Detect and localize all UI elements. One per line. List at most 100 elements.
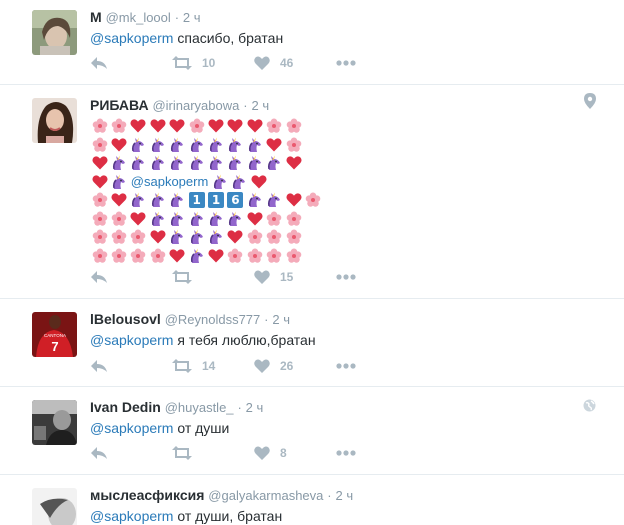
unicorn-icon — [168, 136, 187, 154]
mention-link[interactable]: @sapkoperm — [90, 420, 173, 436]
tweet-item[interactable]: мыслеасфиксия @galyakarmasheva · 2 ч @sa… — [0, 475, 624, 525]
reply-icon — [91, 57, 107, 69]
avatar[interactable]: CANTONA 7 — [32, 312, 77, 357]
tweet-handle[interactable]: @galyakarmasheva — [208, 488, 323, 503]
heart-icon — [254, 446, 270, 460]
unicorn-icon — [245, 136, 264, 154]
red-heart-icon — [148, 228, 167, 246]
avatar[interactable] — [32, 10, 77, 55]
unicorn-icon — [129, 191, 148, 209]
unicorn-icon — [210, 173, 229, 191]
avatar-shirt-name: CANTONA — [44, 333, 66, 338]
red-heart-icon — [249, 173, 268, 191]
cherry-blossom-icon — [265, 210, 284, 228]
red-heart-icon — [265, 136, 284, 154]
heart-icon — [254, 56, 270, 70]
tweet-timestamp[interactable]: 2 ч — [336, 488, 354, 503]
tweet-handle[interactable]: @mk_loool — [106, 10, 171, 25]
tweet-timestamp[interactable]: 2 ч — [183, 10, 201, 25]
red-heart-icon — [129, 117, 148, 135]
tweet-handle[interactable]: @huyastle_ — [165, 400, 234, 415]
tweet-fullname[interactable]: мыслеасфиксия — [90, 487, 204, 503]
reply-button[interactable] — [90, 446, 172, 460]
tweet-fullname[interactable]: M — [90, 9, 102, 25]
reply-button[interactable] — [90, 56, 172, 70]
separator-dot: · — [243, 98, 248, 113]
tweet-timestamp[interactable]: 2 ч — [252, 98, 270, 113]
emoji-row — [90, 154, 604, 173]
mention-link[interactable]: @sapkoperm — [90, 30, 173, 46]
red-heart-icon — [284, 154, 303, 172]
emoji-row — [90, 228, 604, 247]
retweet-icon — [172, 56, 192, 70]
more-button[interactable] — [336, 274, 356, 280]
retweet-icon — [172, 359, 192, 373]
retweet-button[interactable]: 10 — [172, 56, 254, 70]
tweet-timestamp[interactable]: 2 ч — [272, 312, 290, 327]
avatar[interactable] — [32, 400, 77, 445]
avatar[interactable] — [32, 98, 77, 143]
red-heart-icon — [245, 210, 264, 228]
tweet-fullname[interactable]: lBelousovl — [90, 311, 161, 327]
unicorn-icon — [168, 191, 187, 209]
more-button[interactable] — [336, 363, 356, 369]
more-button[interactable] — [336, 60, 356, 66]
mention-link[interactable]: @sapkoperm — [90, 332, 173, 348]
tweet-item[interactable]: CANTONA 7 lBelousovl @Reynoldss777 · 2 ч… — [0, 299, 624, 387]
tweet-timestamp[interactable]: 2 ч — [246, 400, 264, 415]
like-button[interactable]: 8 — [254, 446, 336, 460]
emoji-art-grid: @sapkoperm 1 1 6 — [90, 117, 604, 265]
mention-link[interactable]: @sapkoperm — [131, 173, 209, 191]
tweet-text: @sapkoperm от души — [90, 419, 604, 438]
unicorn-icon — [206, 136, 225, 154]
red-heart-icon — [129, 210, 148, 228]
like-button[interactable]: 15 — [254, 270, 336, 284]
cherry-blossom-icon — [284, 228, 303, 246]
retweet-button[interactable]: 14 — [172, 359, 254, 373]
unicorn-icon — [265, 154, 284, 172]
like-button[interactable]: 26 — [254, 359, 336, 373]
tweet-handle[interactable]: @Reynoldss777 — [165, 312, 261, 327]
cherry-blossom-icon — [284, 247, 303, 265]
unicorn-icon — [148, 154, 167, 172]
retweet-button[interactable] — [172, 270, 254, 284]
more-button[interactable] — [336, 450, 356, 456]
avatar-shirt-number: 7 — [51, 339, 58, 354]
unicorn-icon — [245, 191, 264, 209]
red-heart-icon — [226, 117, 245, 135]
tweet-text: @sapkoperm я тебя люблю,братан — [90, 331, 604, 350]
cherry-blossom-icon — [129, 228, 148, 246]
tweet-item[interactable]: РИБАВА @irinaryabowa · 2 ч @sapkoperm 1 1 6… — [0, 85, 624, 299]
heart-icon — [254, 359, 270, 373]
tweet-item[interactable]: M @mk_loool · 2 ч @sapkoperm спасибо, бр… — [0, 0, 624, 85]
cherry-blossom-icon — [90, 210, 109, 228]
tweet-text-body: я тебя люблю,братан — [173, 332, 316, 348]
unicorn-icon — [148, 136, 167, 154]
unicorn-icon — [206, 210, 225, 228]
retweet-button[interactable] — [172, 446, 254, 460]
emoji-row — [90, 136, 604, 155]
tweet-fullname[interactable]: РИБАВА — [90, 97, 149, 113]
tweet-text: @sapkoperm спасибо, братан — [90, 29, 604, 48]
cherry-blossom-icon — [109, 210, 128, 228]
cherry-blossom-icon — [90, 228, 109, 246]
more-dots-icon — [336, 363, 356, 369]
red-heart-icon — [206, 117, 225, 135]
reply-button[interactable] — [90, 270, 172, 284]
mention-link[interactable]: @sapkoperm — [90, 508, 173, 524]
red-heart-icon — [109, 191, 128, 209]
tweet-fullname[interactable]: Ivan Dedin — [90, 399, 161, 415]
tweet-handle[interactable]: @irinaryabowa — [152, 98, 239, 113]
cherry-blossom-icon — [284, 210, 303, 228]
reply-button[interactable] — [90, 359, 172, 373]
retweet-icon — [172, 446, 192, 460]
unicorn-icon — [168, 154, 187, 172]
more-dots-icon — [336, 450, 356, 456]
avatar[interactable] — [32, 488, 77, 525]
cherry-blossom-icon — [226, 247, 245, 265]
tweet-item[interactable]: Ivan Dedin @huyastle_ · 2 ч @sapkoperm о… — [0, 387, 624, 475]
like-button[interactable]: 46 — [254, 56, 336, 70]
cherry-blossom-icon — [109, 117, 128, 135]
unicorn-icon — [230, 173, 249, 191]
cherry-blossom-icon — [90, 247, 109, 265]
